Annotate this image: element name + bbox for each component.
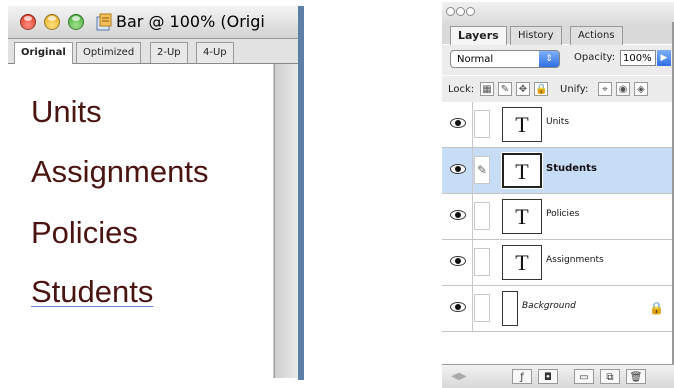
palette-close-button[interactable] bbox=[446, 7, 455, 16]
tab-2-up[interactable]: 2-Up bbox=[150, 42, 188, 63]
layer-row-assignments[interactable]: T Assignments bbox=[442, 240, 674, 286]
document-proxy-icon[interactable] bbox=[95, 13, 113, 31]
visibility-cell bbox=[446, 148, 473, 193]
visibility-cell bbox=[446, 102, 473, 147]
add-mask-icon[interactable]: ◘ bbox=[538, 369, 558, 384]
lock-position-move-icon[interactable]: ✥ bbox=[516, 82, 530, 96]
tab-optimized[interactable]: Optimized bbox=[76, 42, 142, 63]
chevron-updown-icon: ⇕ bbox=[539, 51, 559, 67]
layer-name[interactable]: Units bbox=[546, 117, 569, 127]
lock-all-lock-icon[interactable]: 🔒 bbox=[534, 82, 548, 96]
lock-transparency-checkbox[interactable]: ▦ bbox=[480, 82, 494, 96]
palette-zoom-button[interactable] bbox=[466, 7, 475, 16]
canvas-text-policies[interactable]: Policies bbox=[31, 215, 138, 251]
palette-minimize-button[interactable] bbox=[456, 7, 465, 16]
blend-mode-select[interactable]: Normal ⇕ bbox=[450, 50, 560, 68]
blend-mode-value: Normal bbox=[457, 54, 494, 65]
link-cell[interactable] bbox=[474, 110, 490, 138]
document-titlebar[interactable]: Bar @ 100% (Origi bbox=[8, 6, 304, 39]
close-button[interactable] bbox=[20, 14, 36, 30]
canvas-text-assignments[interactable]: Assignments bbox=[31, 154, 208, 190]
lock-label: Lock: bbox=[448, 84, 475, 95]
link-cell[interactable] bbox=[474, 294, 490, 322]
new-layer-icon[interactable]: ⧉ bbox=[600, 369, 620, 384]
layer-name[interactable]: Policies bbox=[546, 209, 579, 219]
canvas-text-units[interactable]: Units bbox=[31, 94, 102, 130]
visibility-cell bbox=[446, 194, 473, 239]
layer-name[interactable]: Assignments bbox=[546, 255, 604, 265]
layers-palette: Layers History Actions Normal ⇕ Opacity:… bbox=[442, 2, 674, 388]
layer-row-background[interactable]: Background 🔒 bbox=[442, 286, 674, 332]
opacity-label: Opacity: bbox=[574, 52, 616, 63]
unify-style-icon[interactable]: ◈ bbox=[634, 82, 648, 96]
link-cell[interactable] bbox=[474, 202, 490, 230]
document-canvas[interactable]: Units Assignments Policies Students bbox=[11, 64, 274, 378]
document-window: Bar @ 100% (Origi Original Optimized 2-U… bbox=[8, 6, 304, 380]
opacity-slider-arrow-icon[interactable]: ▶ bbox=[657, 50, 671, 66]
lock-icon: 🔒 bbox=[649, 301, 664, 315]
type-layer-thumbnail: T bbox=[502, 245, 542, 280]
tab-history[interactable]: History bbox=[510, 26, 562, 45]
layer-row-units[interactable]: T Units bbox=[442, 102, 674, 148]
layer-list-empty-area bbox=[442, 332, 674, 364]
eye-icon[interactable] bbox=[450, 256, 466, 266]
type-layer-thumbnail: T bbox=[502, 199, 542, 234]
tab-layers[interactable]: Layers bbox=[450, 26, 507, 45]
type-layer-thumbnail: T bbox=[501, 152, 543, 189]
tab-4-up[interactable]: 4-Up bbox=[196, 42, 234, 63]
minimize-button[interactable] bbox=[44, 14, 60, 30]
palette-titlebar[interactable] bbox=[442, 2, 674, 25]
link-cell[interactable] bbox=[474, 248, 490, 276]
tab-actions[interactable]: Actions bbox=[570, 26, 623, 45]
layer-row-students[interactable]: ✎ T Students bbox=[442, 148, 674, 194]
trash-icon[interactable]: 🗑 bbox=[626, 369, 646, 384]
scroll-arrows-icon[interactable]: ◀▶ bbox=[446, 369, 472, 384]
background-thumbnail bbox=[502, 291, 518, 326]
layer-name[interactable]: Background bbox=[522, 301, 576, 311]
unify-visibility-icon[interactable]: ◉ bbox=[616, 82, 630, 96]
canvas-text-students[interactable]: Students bbox=[31, 274, 153, 310]
layer-row-policies[interactable]: T Policies bbox=[442, 194, 674, 240]
zoom-button[interactable] bbox=[68, 14, 84, 30]
window-edge-stripe bbox=[298, 6, 304, 380]
unify-position-icon[interactable]: ⌖ bbox=[598, 82, 612, 96]
add-layer-style-icon[interactable]: ƒ bbox=[512, 369, 532, 384]
tab-original[interactable]: Original bbox=[14, 42, 73, 64]
document-title: Bar @ 100% (Origi bbox=[116, 12, 265, 31]
lock-image-brush-icon[interactable]: ✎ bbox=[498, 82, 512, 96]
eye-icon[interactable] bbox=[450, 302, 466, 312]
eye-icon[interactable] bbox=[450, 164, 466, 174]
eye-icon[interactable] bbox=[450, 118, 466, 128]
palette-bottom-toolbar: ◀▶ ƒ ◘ ▭ ⧉ 🗑 bbox=[442, 364, 674, 388]
visibility-cell bbox=[446, 240, 473, 285]
document-tab-strip: Original Optimized 2-Up 4-Up bbox=[8, 39, 298, 64]
visibility-cell bbox=[446, 286, 473, 331]
opacity-field[interactable]: 100% bbox=[620, 50, 656, 66]
type-layer-thumbnail: T bbox=[502, 107, 542, 142]
layer-name[interactable]: Students bbox=[546, 163, 597, 174]
eye-icon[interactable] bbox=[450, 210, 466, 220]
vertical-scrollbar[interactable] bbox=[274, 64, 299, 378]
new-set-folder-icon[interactable]: ▭ bbox=[574, 369, 594, 384]
brush-icon[interactable]: ✎ bbox=[474, 156, 490, 184]
unify-label: Unify: bbox=[560, 84, 589, 95]
